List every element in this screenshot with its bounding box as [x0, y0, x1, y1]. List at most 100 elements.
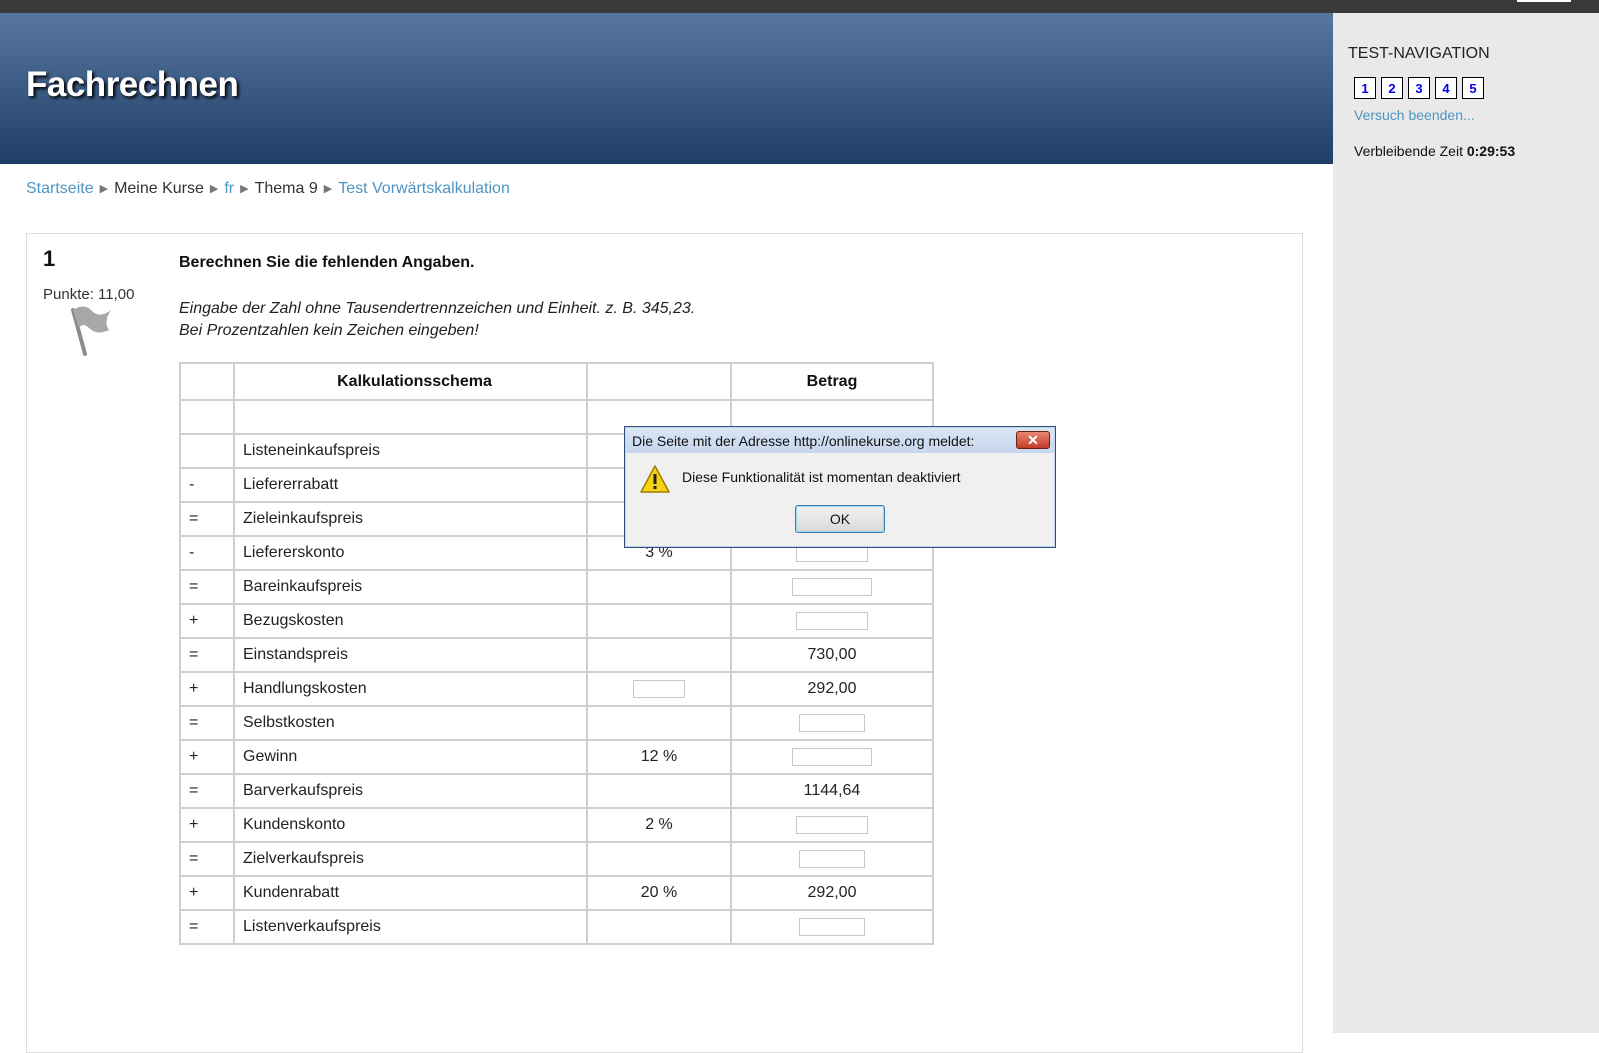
- percent-input[interactable]: [633, 679, 685, 698]
- amount-input[interactable]: [792, 577, 872, 596]
- amount-input[interactable]: [799, 849, 865, 868]
- table-row: = Einstandspreis 730,00: [179, 637, 934, 673]
- row-label: Bezugskosten: [233, 603, 588, 639]
- ok-button[interactable]: OK: [795, 505, 885, 533]
- row-label: Einstandspreis: [233, 637, 588, 673]
- row-label: Barverkaufspreis: [233, 773, 588, 809]
- table-row: = Barverkaufspreis 1144,64: [179, 773, 934, 809]
- row-percent: [586, 603, 732, 639]
- amount-input[interactable]: [799, 917, 865, 936]
- row-amount: [730, 569, 934, 605]
- row-label: Gewinn: [233, 739, 588, 775]
- row-amount: 730,00: [730, 637, 934, 673]
- warning-icon: [640, 465, 670, 498]
- row-amount: [730, 909, 934, 945]
- row-percent: [586, 705, 732, 741]
- row-percent: [586, 841, 732, 877]
- question-nav-button-5[interactable]: 5: [1462, 77, 1484, 99]
- breadcrumb-course-link[interactable]: fr: [224, 180, 234, 197]
- row-operator: [179, 399, 235, 435]
- row-amount: [730, 705, 934, 741]
- row-label: Zieleinkaufspreis: [233, 501, 588, 537]
- row-percent: 12 %: [586, 739, 732, 775]
- row-label: Bareinkaufspreis: [233, 569, 588, 605]
- row-operator: [179, 433, 235, 469]
- question-grade: Punkte: 11,00: [43, 286, 135, 303]
- table-row: + Kundenskonto 2 %: [179, 807, 934, 843]
- row-operator: =: [179, 637, 235, 673]
- row-label: Listenverkaufspreis: [233, 909, 588, 945]
- row-percent: [586, 569, 732, 605]
- site-title: Fachrechnen: [26, 65, 239, 104]
- table-header-percent: [586, 362, 732, 401]
- row-operator: +: [179, 671, 235, 707]
- row-label: [233, 399, 588, 435]
- row-amount: [730, 841, 934, 877]
- question-nav-buttons: 1 2 3 4 5: [1354, 77, 1484, 99]
- amount-input[interactable]: [792, 747, 872, 766]
- row-amount: 292,00: [730, 671, 934, 707]
- question-hint-line-2: Bei Prozentzahlen kein Zeichen eingeben!: [179, 322, 479, 339]
- table-row: = Listenverkaufspreis: [179, 909, 934, 945]
- breadcrumb: Startseite ▶ Meine Kurse ▶ fr ▶ Thema 9 ▶ Test V…: [26, 180, 510, 198]
- row-operator: +: [179, 807, 235, 843]
- row-percent: [586, 909, 732, 945]
- row-amount: [730, 603, 934, 639]
- breadcrumb-quiz-link[interactable]: Test Vorwärtskalkulation: [338, 180, 510, 197]
- row-percent: [586, 671, 732, 707]
- row-label: Zielverkaufspreis: [233, 841, 588, 877]
- page-header: Fachrechnen: [0, 13, 1333, 164]
- table-row: + Bezugskosten: [179, 603, 934, 639]
- triangle-right-icon: ▶: [209, 183, 219, 195]
- row-label: Liefererskonto: [233, 535, 588, 571]
- row-percent: [586, 773, 732, 809]
- question-nav-button-3[interactable]: 3: [1408, 77, 1430, 99]
- close-icon[interactable]: ✕: [1016, 431, 1050, 449]
- finish-attempt-link[interactable]: Versuch beenden...: [1354, 107, 1475, 123]
- remaining-time-label: Verbleibende Zeit: [1354, 143, 1463, 159]
- row-operator: =: [179, 569, 235, 605]
- question-box: 1 Punkte: 11,00 Berechnen Sie die fehlen…: [26, 233, 1303, 1053]
- row-operator: =: [179, 705, 235, 741]
- table-header-row: Kalkulationsschema Betrag: [179, 362, 934, 401]
- amount-input[interactable]: [796, 611, 868, 630]
- row-amount: 292,00: [730, 875, 934, 911]
- dialog-message: Diese Funktionalität ist momentan deakti…: [682, 469, 961, 485]
- question-nav-button-4[interactable]: 4: [1435, 77, 1457, 99]
- amount-input[interactable]: [799, 713, 865, 732]
- question-nav-button-2[interactable]: 2: [1381, 77, 1403, 99]
- amount-input[interactable]: [796, 815, 868, 834]
- row-percent: 2 %: [586, 807, 732, 843]
- table-row: = Selbstkosten: [179, 705, 934, 741]
- triangle-right-icon: ▶: [323, 183, 333, 195]
- row-amount: [730, 739, 934, 775]
- top-bar-tab: [1517, 0, 1571, 2]
- row-amount: 1144,64: [730, 773, 934, 809]
- row-label: Kundenskonto: [233, 807, 588, 843]
- sidebar: TEST-NAVIGATION 1 2 3 4 5 Versuch beende…: [1333, 13, 1599, 1033]
- row-percent: 20 %: [586, 875, 732, 911]
- row-operator: +: [179, 875, 235, 911]
- row-label: Kundenrabatt: [233, 875, 588, 911]
- table-row: = Bareinkaufspreis: [179, 569, 934, 605]
- table-row: = Zielverkaufspreis: [179, 841, 934, 877]
- dialog-title-bar: Die Seite mit der Adresse http://onlinek…: [626, 428, 1054, 453]
- row-operator: -: [179, 535, 235, 571]
- row-label: Selbstkosten: [233, 705, 588, 741]
- question-nav-button-1[interactable]: 1: [1354, 77, 1376, 99]
- row-operator: =: [179, 773, 235, 809]
- browser-top-bar: [0, 0, 1599, 13]
- row-label: Handlungskosten: [233, 671, 588, 707]
- row-operator: =: [179, 841, 235, 877]
- question-hint-line-1: Eingabe der Zahl ohne Tausendertrennzeic…: [179, 300, 696, 317]
- question-text: Berechnen Sie die fehlenden Angaben. Ein…: [179, 254, 1259, 342]
- row-operator: +: [179, 739, 235, 775]
- table-header-scheme: Kalkulationsschema: [233, 362, 588, 401]
- breadcrumb-home-link[interactable]: Startseite: [26, 180, 94, 197]
- dialog-title: Die Seite mit der Adresse http://onlinek…: [632, 433, 975, 449]
- question-number: 1: [43, 246, 56, 271]
- flag-icon[interactable]: [65, 304, 113, 363]
- triangle-right-icon: ▶: [240, 183, 249, 195]
- row-operator: =: [179, 501, 235, 537]
- question-title: Berechnen Sie die fehlenden Angaben.: [179, 254, 475, 271]
